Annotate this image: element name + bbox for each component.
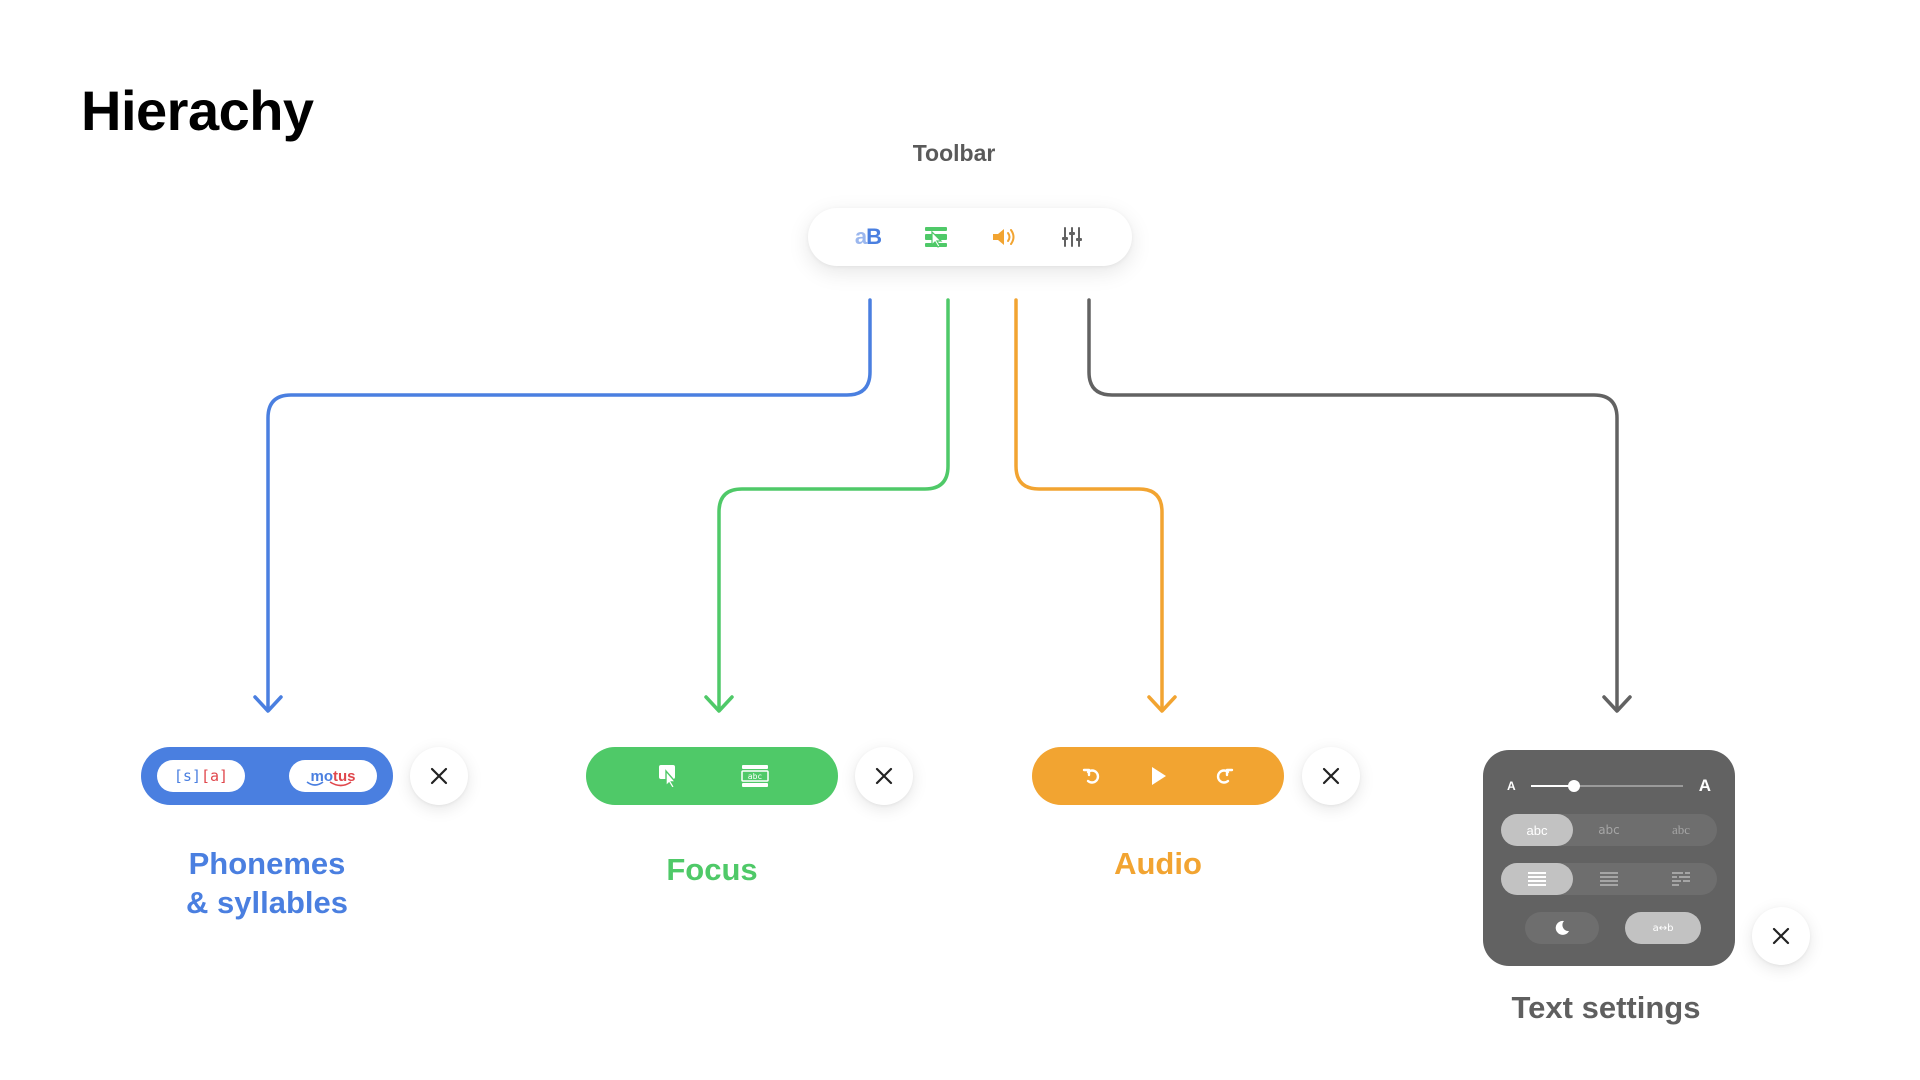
settings-toggles: a↔b <box>1525 912 1701 944</box>
audio-rewind-button[interactable] <box>1072 756 1112 796</box>
focus-ruler-button[interactable]: abc <box>735 756 775 796</box>
text-settings-label: Text settings <box>1511 990 1701 1025</box>
connector-settings <box>1087 298 1619 712</box>
slider-knob[interactable] <box>1567 780 1580 792</box>
align-left-icon <box>1600 872 1618 886</box>
align-left-option[interactable] <box>1573 863 1645 895</box>
close-icon <box>1322 767 1340 785</box>
focus-panel: abc <box>586 747 838 805</box>
close-phonemes-button[interactable] <box>410 747 468 805</box>
rewind-icon <box>1082 768 1100 784</box>
focus-pointer-button[interactable] <box>649 756 689 796</box>
align-justify-icon <box>1528 872 1546 886</box>
phoneme-a: [a] <box>201 767 229 785</box>
connector-phonemes <box>266 298 872 712</box>
font-selector: abc abc abc <box>1501 814 1717 846</box>
moon-icon <box>1555 920 1569 935</box>
audio-panel <box>1032 747 1284 805</box>
phonemes-button[interactable]: [s] [a] <box>157 760 245 792</box>
text-settings-panel: A A abc abc abc a↔b <box>1483 750 1735 966</box>
phoneme-s: [s] <box>173 767 201 785</box>
font-size-slider[interactable] <box>1531 780 1683 792</box>
close-settings-button[interactable] <box>1752 907 1810 965</box>
font-size-min-label: A <box>1507 779 1516 793</box>
close-audio-button[interactable] <box>1302 747 1360 805</box>
close-icon <box>1772 927 1790 945</box>
syllables-button[interactable]: mo tus <box>289 760 377 792</box>
font-size-max-label: A <box>1698 776 1711 795</box>
forward-icon <box>1216 768 1234 784</box>
dark-mode-toggle[interactable] <box>1525 912 1599 944</box>
audio-label: Audio <box>1114 846 1202 881</box>
close-icon <box>430 767 448 785</box>
audio-forward-button[interactable] <box>1204 756 1244 796</box>
syllable-arcs-icon <box>306 781 352 787</box>
font-size-slider-row: A A <box>1507 776 1711 796</box>
align-word-spacing-option[interactable] <box>1645 863 1717 895</box>
close-focus-button[interactable] <box>855 747 913 805</box>
font-option-sans[interactable]: abc <box>1501 814 1573 846</box>
alignment-selector <box>1501 863 1717 895</box>
focus-label: Focus <box>666 852 758 887</box>
word-spacing-icon <box>1672 872 1690 886</box>
letter-spacing-toggle[interactable]: a↔b <box>1625 912 1701 944</box>
phonemes-label: Phonemes & syllables <box>186 846 348 920</box>
play-icon <box>1152 767 1166 785</box>
phonemes-panel: [s] [a] mo tus <box>141 747 393 805</box>
close-icon <box>875 767 893 785</box>
font-option-serif[interactable]: abc <box>1645 814 1717 846</box>
font-option-dyslexic[interactable]: abc <box>1573 814 1645 846</box>
connector-focus <box>717 298 950 712</box>
svg-text:abc: abc <box>748 772 763 781</box>
audio-play-button[interactable] <box>1138 756 1178 796</box>
reading-ruler-icon: abc <box>741 765 769 787</box>
align-justify-option[interactable] <box>1501 863 1573 895</box>
focus-pointer-icon <box>659 765 678 789</box>
